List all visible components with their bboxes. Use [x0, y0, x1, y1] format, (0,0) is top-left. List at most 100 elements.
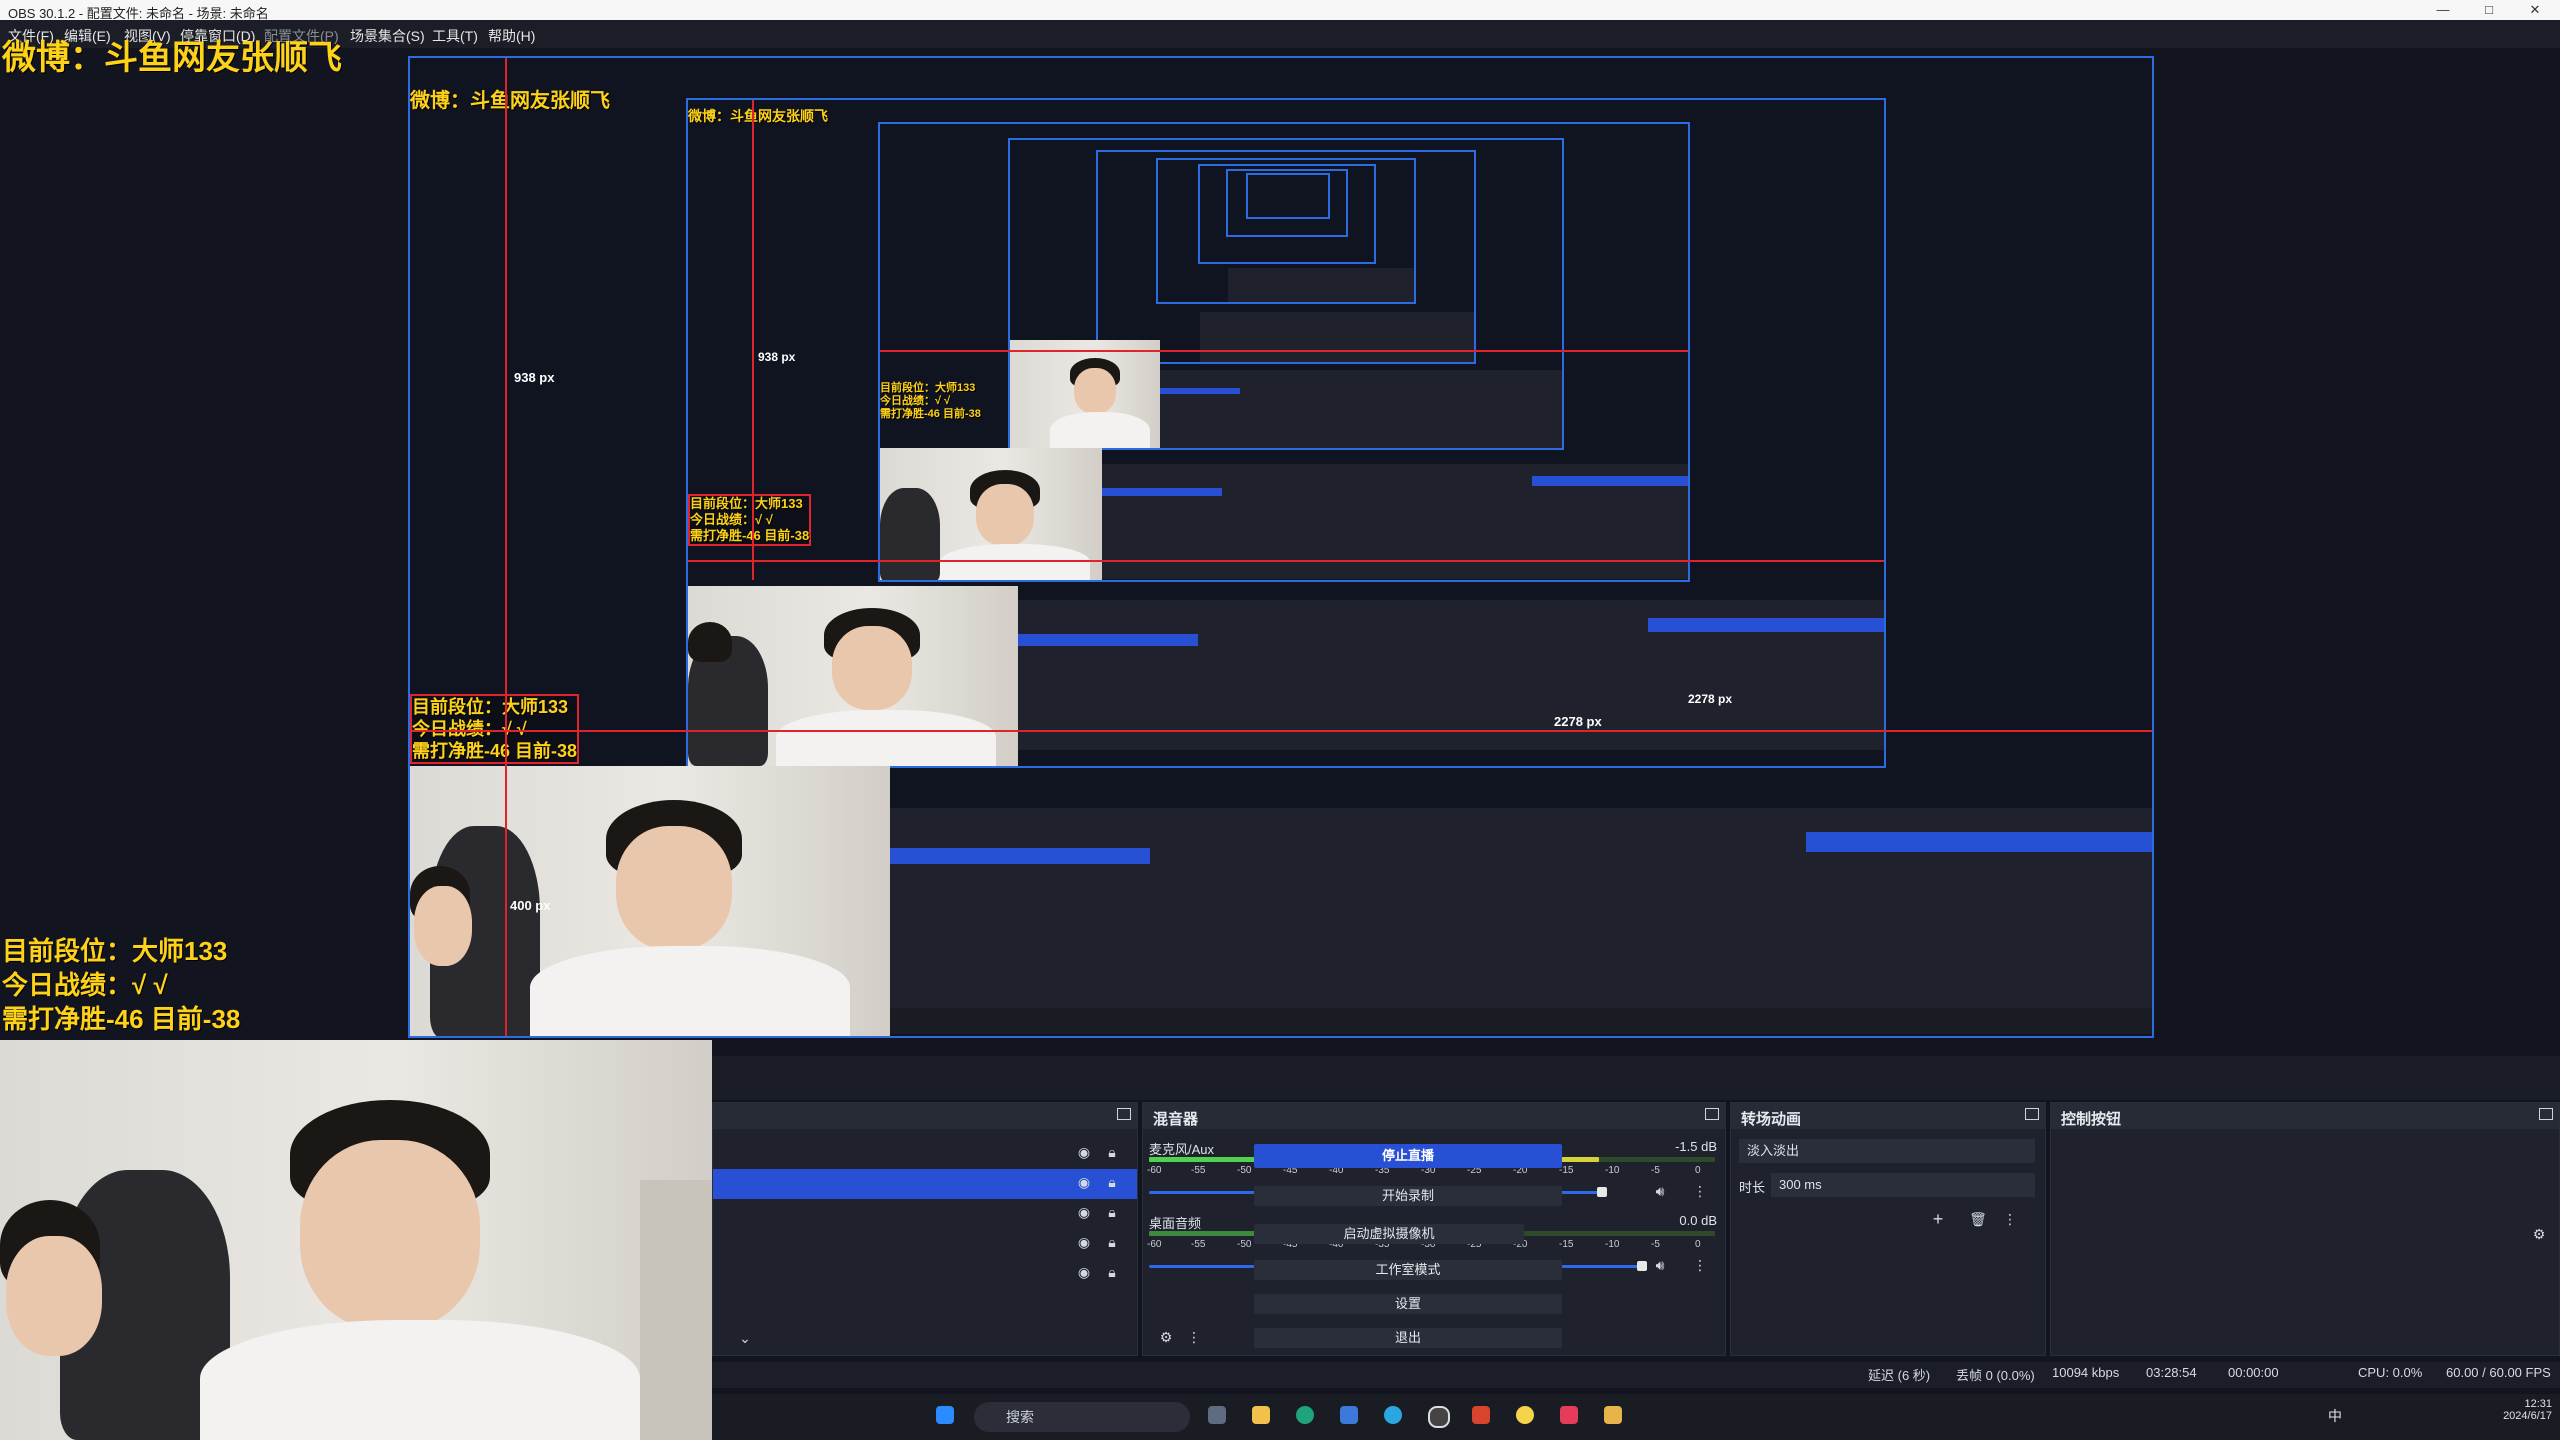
lock-icon[interactable]: 🔒︎ — [1104, 1144, 1120, 1161]
preview-taskbar — [890, 1008, 2152, 1034]
mixer-dock-header: 混音器 — [1143, 1103, 1725, 1129]
webcam-overlay — [0, 1040, 712, 1440]
stats-overlay-1: 目前段位：大师133 今日战绩：√ √ 需打净胜-46 目前-38 — [410, 694, 580, 764]
speaker-icon[interactable]: 🔊︎ — [1651, 1257, 1669, 1274]
clock-date: 2024/6/17 — [2503, 1410, 2552, 1422]
preview-dock-strip-4 — [1160, 370, 1562, 448]
app-icon[interactable] — [1384, 1406, 1402, 1424]
app-icon[interactable] — [1472, 1406, 1490, 1424]
app-icon[interactable] — [1604, 1406, 1622, 1424]
preview-selected-source — [890, 848, 1150, 864]
measure-label-v2: 938 px — [758, 350, 796, 364]
store-icon[interactable] — [1340, 1406, 1358, 1424]
studio-mode-button[interactable]: 工作室模式 — [1254, 1260, 1562, 1280]
rank-text: 目前段位：大师133 — [2, 936, 228, 966]
menu-help[interactable]: 帮助(H) — [488, 26, 535, 46]
close-button[interactable]: ✕ — [2512, 0, 2558, 20]
ime-indicator[interactable]: 中 — [2328, 1406, 2342, 1426]
lock-icon[interactable]: 🔒︎ — [1104, 1204, 1120, 1221]
weibo-overlay-1: 微博：斗鱼网友张顺飞 — [410, 90, 610, 112]
speaker-icon[interactable]: 🔊︎ — [1651, 1183, 1669, 1200]
preview-frame-1[interactable]: 目前段位：大师133 今日战绩：√ √ 需打净胜-46 目前-38 目前段位：大… — [408, 56, 2154, 1038]
status-record-time: 00:00:00 — [2228, 1365, 2279, 1380]
more-icon[interactable]: ⋮ — [1693, 1183, 1707, 1200]
menu-bar: 文件(F) 编辑(E) 视图(V) 停靠窗口(D) 配置文件(P) 场景集合(S… — [0, 20, 2560, 48]
volume-slider-handle[interactable] — [1597, 1187, 1607, 1197]
eye-icon[interactable]: ◉ — [1076, 1174, 1092, 1191]
lock-icon[interactable]: 🔒︎ — [1104, 1234, 1120, 1251]
mixer-title: 混音器 — [1153, 1111, 1199, 1128]
virtual-cam-button[interactable]: 启动虚拟摄像机 — [1254, 1224, 1524, 1244]
rank-text-3: 目前段位：大师133 — [880, 382, 976, 394]
preview-frame-4 — [1008, 138, 1564, 450]
status-bar: 延迟 (6 秒) 丢帧 0 (0.0%) 10094 kbps 03:28:54… — [712, 1362, 2560, 1388]
controls-dock-header: 控制按钮 — [2051, 1103, 2559, 1129]
app-icon[interactable] — [1560, 1406, 1578, 1424]
minimize-button[interactable]: — — [2420, 0, 2466, 20]
more-icon[interactable]: ⋮ — [1693, 1257, 1707, 1274]
dock-top-gap — [712, 1056, 2560, 1100]
preview-frame-5 — [1096, 150, 1476, 364]
preview-frame-9 — [1246, 173, 1330, 219]
today-text-1: 今日战绩：√ √ — [412, 719, 527, 739]
sources-popout-button[interactable] — [1117, 1108, 1131, 1120]
preview-frame-7 — [1198, 164, 1376, 264]
preview-frame-8 — [1226, 169, 1348, 237]
start-record-button[interactable]: 开始录制 — [1254, 1186, 1562, 1206]
preview-selected-source-3 — [1102, 488, 1222, 496]
add-icon[interactable]: + — [1929, 1209, 1947, 1230]
status-fps: 60.00 / 60.00 FPS — [2446, 1365, 2551, 1380]
lock-icon[interactable]: 🔒︎ — [1104, 1264, 1120, 1281]
trash-icon[interactable]: 🗑︎ — [1969, 1211, 1987, 1228]
stats-overlay-main: 目前段位：大师133 今日战绩：√ √ 需打净胜-46 目前-38 — [2, 934, 240, 1036]
transitions-dock: 转场动画 淡入淡出 时长 300 ms + 🗑︎ ⋮ — [1730, 1102, 2046, 1356]
measure-label-h1: 2278 px — [1554, 714, 1602, 729]
maximize-button[interactable]: □ — [2466, 0, 2512, 20]
controls-popout-button[interactable] — [2539, 1108, 2553, 1120]
preview-frame-3: 目前段位：大师133 今日战绩：√ √ 需打净胜-46 目前-38 — [878, 122, 1690, 582]
stop-stream-button[interactable]: 停止直播 — [1254, 1144, 1562, 1168]
eye-icon[interactable]: ◉ — [1076, 1144, 1092, 1161]
rank-text-1: 目前段位：大师133 — [412, 697, 569, 717]
sources-dock-header — [713, 1103, 1137, 1129]
measure-label-h2: 2278 px — [1688, 692, 1733, 706]
taskbar-search[interactable]: 搜索 — [974, 1402, 1190, 1432]
today-text: 今日战绩：√ √ — [2, 970, 168, 1000]
obs-icon[interactable] — [1428, 1406, 1450, 1428]
more-icon[interactable]: ⋮ — [2003, 1211, 2017, 1228]
duration-input[interactable]: 300 ms — [1771, 1173, 2035, 1197]
mixer-channel-db: -1.5 dB — [1675, 1139, 1717, 1154]
transitions-popout-button[interactable] — [2025, 1108, 2039, 1120]
stats-overlay-3: 目前段位：大师133 今日战绩：√ √ 需打净胜-46 目前-38 — [880, 382, 981, 421]
mixer-channel-name: 桌面音频 — [1149, 1216, 1202, 1231]
edge-icon[interactable] — [1296, 1406, 1314, 1424]
taskview-icon[interactable] — [1208, 1406, 1226, 1424]
exit-button[interactable]: 退出 — [1254, 1328, 1562, 1348]
webcam-preview-1 — [410, 766, 890, 1036]
measure-label-small: 400 px — [510, 898, 551, 913]
chevron-down-icon[interactable]: ⌄ — [736, 1330, 754, 1347]
transition-select[interactable]: 淡入淡出 — [1739, 1139, 2035, 1163]
preview-stop-button-3 — [1532, 476, 1688, 486]
eye-icon[interactable]: ◉ — [1076, 1264, 1092, 1281]
settings-button[interactable]: 设置 — [1254, 1294, 1562, 1314]
mixer-popout-button[interactable] — [1705, 1108, 1719, 1120]
volume-slider-handle[interactable] — [1637, 1261, 1647, 1271]
clock[interactable]: 12:31 2024/6/17 — [2492, 1398, 2552, 1422]
eye-icon[interactable]: ◉ — [1076, 1234, 1092, 1251]
folder-icon[interactable] — [1252, 1406, 1270, 1424]
gear-icon[interactable]: ⚙ — [1157, 1329, 1175, 1346]
menu-scene-collection[interactable]: 场景集合(S) — [350, 26, 425, 46]
lock-icon[interactable]: 🔒︎ — [1104, 1174, 1120, 1191]
today-text-2: 今日战绩：√ √ — [690, 512, 773, 527]
stats-overlay-2: 目前段位：大师133 今日战绩：√ √ 需打净胜-46 目前-38 — [688, 494, 812, 546]
menu-tools[interactable]: 工具(T) — [432, 26, 478, 46]
preview-selected-source-4 — [1160, 388, 1240, 394]
eye-icon[interactable]: ◉ — [1076, 1204, 1092, 1221]
source-row-selected[interactable] — [713, 1169, 1137, 1199]
app-icon[interactable] — [1516, 1406, 1534, 1424]
measure-label-v1: 938 px — [514, 370, 555, 385]
start-icon[interactable] — [936, 1406, 954, 1424]
more-icon[interactable]: ⋮ — [1187, 1329, 1201, 1346]
gear-icon[interactable]: ⚙ — [2530, 1226, 2548, 1243]
